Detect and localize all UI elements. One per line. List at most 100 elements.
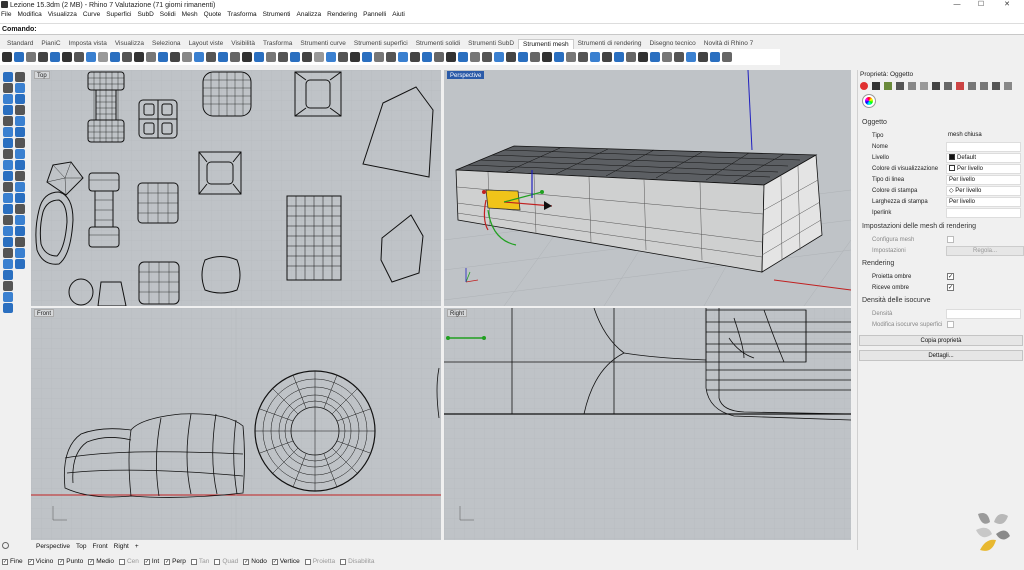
tool-button-icon[interactable]: [74, 52, 84, 62]
osnap-checkbox[interactable]: ✓: [88, 558, 95, 565]
tool-button-icon[interactable]: [566, 52, 576, 62]
left-tool-icon[interactable]: [15, 105, 25, 115]
viewport-perspective[interactable]: Perspective: [444, 70, 851, 306]
left-tool-icon[interactable]: [15, 94, 25, 104]
left-tool-icon[interactable]: [3, 270, 13, 280]
left-tool-icon[interactable]: [15, 226, 25, 236]
tool-button-icon[interactable]: [302, 52, 312, 62]
decal-icon[interactable]: [908, 82, 916, 90]
tool-button-icon[interactable]: [218, 52, 228, 62]
menu-pannelli[interactable]: Pannelli: [363, 11, 386, 18]
osnap-checkbox[interactable]: ✓: [243, 558, 250, 565]
osnap-checkbox[interactable]: [304, 558, 311, 565]
tool-button-icon[interactable]: [434, 52, 444, 62]
osnap-perp[interactable]: ✓ Perp: [164, 558, 186, 565]
tool-button-icon[interactable]: [674, 52, 684, 62]
osnap-checkbox[interactable]: ✓: [164, 558, 171, 565]
menu-superfici[interactable]: Superfici: [106, 11, 131, 18]
left-tool-icon[interactable]: [15, 127, 25, 137]
menu-rendering[interactable]: Rendering: [327, 11, 357, 18]
left-tool-icon[interactable]: [3, 215, 13, 225]
left-tool-icon[interactable]: [15, 149, 25, 159]
tool-button-icon[interactable]: [254, 52, 264, 62]
left-tool-icon[interactable]: [15, 171, 25, 181]
menu-file[interactable]: File: [1, 11, 11, 18]
print-color-dropdown[interactable]: ◇ Per livello: [946, 186, 1021, 196]
osnap-checkbox[interactable]: ✓: [58, 558, 65, 565]
menu-curve[interactable]: Curve: [83, 11, 100, 18]
tab-imposta-vista[interactable]: Imposta vista: [65, 39, 111, 49]
tool-button-icon[interactable]: [350, 52, 360, 62]
tool-button-icon[interactable]: [62, 52, 72, 62]
left-tool-icon[interactable]: [3, 94, 13, 104]
osnap-checkbox[interactable]: [190, 558, 197, 565]
tool-button-icon[interactable]: [602, 52, 612, 62]
name-input[interactable]: [946, 142, 1021, 152]
tool-button-icon[interactable]: [698, 52, 708, 62]
tool-button-icon[interactable]: [266, 52, 276, 62]
osnap-checkbox[interactable]: [118, 558, 125, 565]
vptab-right[interactable]: Right: [114, 543, 129, 550]
left-tool-icon[interactable]: [15, 259, 25, 269]
osnap-checkbox[interactable]: [340, 558, 347, 565]
file-icon[interactable]: [968, 82, 976, 90]
tab-disegno-tecnico[interactable]: Disegno tecnico: [646, 39, 700, 49]
left-tool-icon[interactable]: [15, 248, 25, 258]
left-tool-icon[interactable]: [15, 182, 25, 192]
adjust-button[interactable]: Regola...: [946, 246, 1024, 256]
osnap-tan[interactable]: Tan: [190, 558, 209, 565]
tool-button-icon[interactable]: [650, 52, 660, 62]
osnap-proietta[interactable]: Proietta: [304, 558, 335, 565]
left-tool-icon[interactable]: [3, 226, 13, 236]
settings-gear-icon[interactable]: [2, 542, 9, 549]
display-color-dropdown[interactable]: Per livello: [946, 164, 1021, 174]
osnap-checkbox[interactable]: ✓: [271, 558, 278, 565]
maximize-button[interactable]: ☐: [970, 0, 992, 10]
layer-dropdown[interactable]: Default: [946, 153, 1021, 163]
add-viewport-button[interactable]: +: [135, 543, 139, 550]
left-tool-icon[interactable]: [15, 116, 25, 126]
details-button[interactable]: Dettagli...: [859, 350, 1023, 361]
tool-button-icon[interactable]: [110, 52, 120, 62]
left-tool-icon[interactable]: [3, 303, 13, 313]
tab-visualizza[interactable]: Visualizza: [111, 39, 148, 49]
viewport-top[interactable]: Top: [31, 70, 441, 306]
tool-button-icon[interactable]: [398, 52, 408, 62]
osnap-checkbox[interactable]: ✓: [143, 558, 150, 565]
left-tool-icon[interactable]: [15, 72, 25, 82]
menu-trasforma[interactable]: Trasforma: [227, 11, 256, 18]
left-tool-icon[interactable]: [3, 138, 13, 148]
user-icon[interactable]: [1004, 82, 1012, 90]
left-tool-icon[interactable]: [15, 160, 25, 170]
tab-visibilita[interactable]: Visibilità: [227, 39, 259, 49]
osnap-fine[interactable]: ✓ Fine: [2, 558, 23, 565]
tool-button-icon[interactable]: [506, 52, 516, 62]
left-tool-icon[interactable]: [3, 259, 13, 269]
left-tool-icon[interactable]: [3, 182, 13, 192]
menu-modifica[interactable]: Modifica: [17, 11, 41, 18]
print-icon[interactable]: [980, 82, 988, 90]
camera-icon[interactable]: [932, 82, 940, 90]
lock-icon[interactable]: [944, 82, 952, 90]
osnap-medio[interactable]: ✓ Medio: [88, 558, 114, 565]
tool-button-icon[interactable]: [710, 52, 720, 62]
print-width-dropdown[interactable]: Per livello: [946, 197, 1021, 207]
vptab-perspective[interactable]: Perspective: [36, 543, 70, 550]
command-input[interactable]: [39, 24, 1024, 34]
left-tool-icon[interactable]: [15, 138, 25, 148]
tool-button-icon[interactable]: [122, 52, 132, 62]
minimize-button[interactable]: —: [946, 0, 968, 10]
tool-button-icon[interactable]: [146, 52, 156, 62]
osnap-quad[interactable]: Quad: [214, 558, 238, 565]
left-tool-icon[interactable]: [15, 83, 25, 93]
menu-solidi[interactable]: Solidi: [160, 11, 176, 18]
menu-visualizza[interactable]: Visualizza: [48, 11, 77, 18]
tool-button-icon[interactable]: [410, 52, 420, 62]
tool-button-icon[interactable]: [542, 52, 552, 62]
configure-mesh-checkbox[interactable]: [947, 236, 954, 243]
receive-shadows-checkbox[interactable]: ✓: [947, 284, 954, 291]
tool-button-icon[interactable]: [686, 52, 696, 62]
left-tool-icon[interactable]: [3, 193, 13, 203]
left-tool-icon[interactable]: [15, 215, 25, 225]
tool-button-icon[interactable]: [278, 52, 288, 62]
